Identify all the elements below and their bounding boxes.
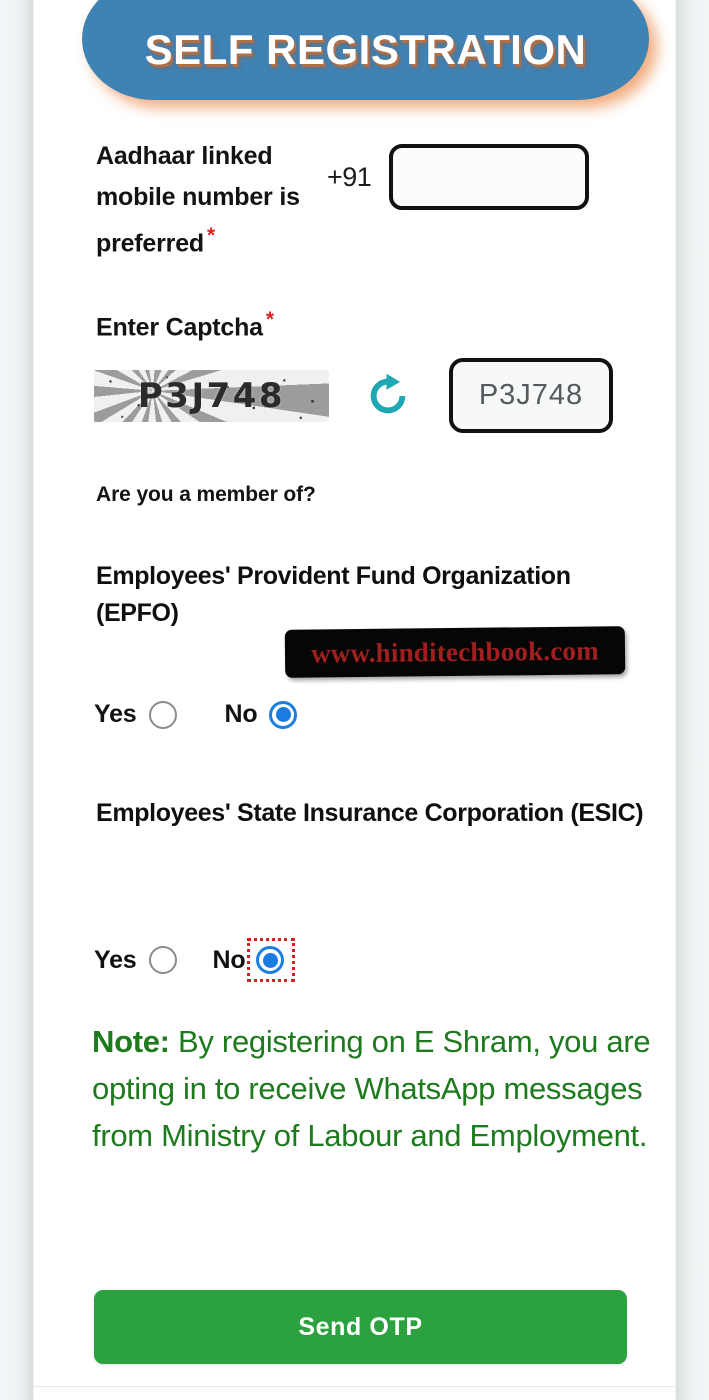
country-code-prefix: +91 xyxy=(327,162,372,192)
send-otp-button[interactable]: Send OTP xyxy=(94,1290,627,1364)
esic-radio-group: Yes No xyxy=(94,938,296,982)
note-body: By registering on E Shram, you are optin… xyxy=(92,1024,651,1154)
captcha-label: Enter Captcha * xyxy=(96,303,274,349)
device-left-edge xyxy=(0,0,34,1400)
radio-selected-icon[interactable] xyxy=(256,946,285,974)
mobile-number-label-text: Aadhaar linked mobile number is preferre… xyxy=(96,142,300,257)
required-asterisk: * xyxy=(265,308,274,331)
epfo-radio-yes-label: Yes xyxy=(94,700,137,728)
epfo-radio-group: Yes No xyxy=(94,700,298,729)
registration-page: SELF REGISTRATION Aadhaar linked mobile … xyxy=(34,0,675,1400)
epfo-radio-yes[interactable]: Yes xyxy=(94,700,177,729)
esic-title: Employees' State Insurance Corporation (… xyxy=(96,799,644,827)
epfo-radio-no-label: No xyxy=(224,700,258,728)
refresh-captcha-button[interactable] xyxy=(357,365,419,427)
device-right-edge xyxy=(675,0,709,1400)
watermark-text: www.hinditechbook.com xyxy=(310,634,600,669)
note-prefix: Note: xyxy=(92,1024,170,1059)
note-text: Note: By registering on E Shram, you are… xyxy=(92,1018,652,1159)
captcha-label-text: Enter Captcha xyxy=(96,313,263,342)
mobile-number-label: Aadhaar linked mobile number is preferre… xyxy=(96,136,321,264)
mobile-number-input[interactable] xyxy=(389,144,590,210)
membership-question: Are you a member of? xyxy=(96,483,316,506)
captcha-row: P3J748 xyxy=(94,358,654,433)
banner-shape: SELF REGISTRATION xyxy=(82,0,649,100)
bottom-divider xyxy=(34,1386,675,1387)
refresh-icon xyxy=(370,373,406,413)
radio-unselected-icon[interactable] xyxy=(148,946,177,974)
esic-radio-no-label: No xyxy=(212,945,246,974)
page-title: SELF REGISTRATION xyxy=(144,26,587,73)
screenshot-viewport: SELF REGISTRATION Aadhaar linked mobile … xyxy=(0,0,709,1400)
esic-radio-yes[interactable]: Yes xyxy=(94,946,177,975)
mobile-number-field-group: Aadhaar linked mobile number is preferre… xyxy=(96,136,636,264)
radio-selected-icon[interactable] xyxy=(269,700,298,729)
esic-radio-no[interactable]: No xyxy=(213,938,296,982)
page-header-banner: SELF REGISTRATION xyxy=(82,0,657,108)
site-watermark: www.hinditechbook.com xyxy=(284,626,626,678)
radio-unselected-icon[interactable] xyxy=(148,700,177,729)
epfo-title: Employees' Provident Fund Organization (… xyxy=(96,562,571,627)
esic-no-focus-outline xyxy=(247,938,296,982)
epfo-radio-no[interactable]: No xyxy=(225,700,298,729)
captcha-input[interactable] xyxy=(449,358,613,433)
esic-radio-yes-label: Yes xyxy=(94,945,137,974)
required-asterisk: * xyxy=(206,223,215,247)
captcha-image: P3J748 xyxy=(94,369,329,422)
captcha-image-text: P3J748 xyxy=(137,375,286,416)
